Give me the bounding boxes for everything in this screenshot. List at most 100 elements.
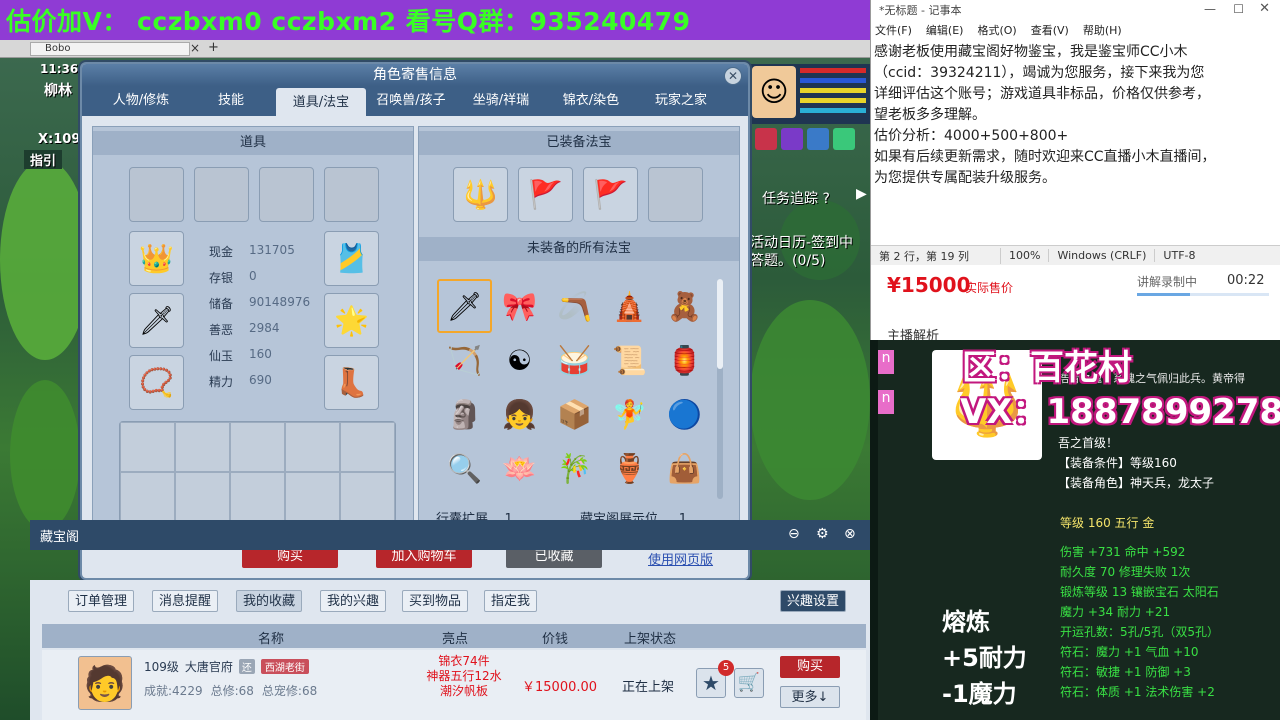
- encoding: UTF-8: [1163, 249, 1196, 262]
- item-stats: 伤害 +731 命中 +592 耐久度 70 修理失败 1次 锻炼等级 13 镶…: [1060, 545, 1219, 699]
- treasure-handmirror-icon[interactable]: 🔍: [437, 441, 492, 495]
- treasure-mirror-icon[interactable]: 🔵: [657, 387, 712, 441]
- treasure-cauldron-icon[interactable]: 🏺: [602, 441, 657, 495]
- tab-character[interactable]: 人物/修炼: [96, 86, 186, 116]
- tab-pets[interactable]: 召唤兽/孩子: [366, 86, 456, 116]
- task-track-title[interactable]: 任务追踪 ?: [762, 188, 830, 208]
- col-name: 名称: [258, 632, 285, 647]
- menu-edit[interactable]: 编辑(E): [926, 22, 964, 40]
- treasure-lotus-icon[interactable]: 🪷: [492, 441, 547, 495]
- character-avatar: 🧑: [78, 656, 132, 710]
- interest-settings-button[interactable]: 兴趣设置: [780, 590, 847, 612]
- treasure-doll-icon[interactable]: 🧸: [657, 279, 712, 333]
- banner-ad: 估价加V： cczbxm0 cczbxm2 看号Q群：935240479: [0, 0, 870, 40]
- new-tab-icon[interactable]: +: [208, 40, 219, 55]
- melt-title: 熔炼: [942, 608, 990, 636]
- helmet-icon[interactable]: 👑: [129, 231, 184, 286]
- treasure-scrollbar[interactable]: [717, 279, 723, 499]
- item-detail-card: n n 🔱 浩青之魂，系魂之气佩归此兵。黄帝得 吾之首级！ 【装备条件】等级16…: [878, 340, 1280, 720]
- recording-label: 讲解录制中: [1137, 275, 1198, 289]
- cbg-window-bar: 藏宝阁 ⊖ ⚙ ⊗: [30, 520, 870, 550]
- tab-assigned[interactable]: 指定我: [484, 590, 538, 612]
- belt-icon[interactable]: 🌟: [324, 293, 379, 348]
- minimize-icon[interactable]: ⊖: [788, 526, 800, 542]
- expand-arrow-icon[interactable]: ▶: [856, 186, 868, 206]
- minimize-icon[interactable]: —: [1204, 2, 1216, 16]
- col-status: 上架状态: [624, 632, 677, 647]
- coordinate-readout: X:109: [38, 132, 81, 147]
- treasure-figure-icon[interactable]: 🗿: [437, 387, 492, 441]
- tab-orders[interactable]: 订单管理: [68, 590, 135, 612]
- table-row[interactable]: 🧑 109级 大唐官府 还 西湖老街 成就:4229 总修:68 总宠修:68 锦衣…: [42, 650, 866, 720]
- treasure-spear-icon[interactable]: 🔱: [453, 167, 508, 222]
- empty-equip-slot[interactable]: [194, 167, 249, 222]
- menu-help[interactable]: 帮助(H): [1083, 22, 1122, 40]
- empty-equip-slot[interactable]: [129, 167, 184, 222]
- tab-purchased[interactable]: 买到物品: [402, 590, 469, 612]
- treasure-lantern-icon[interactable]: 🏮: [657, 333, 712, 387]
- weapon-icon[interactable]: 🗡: [129, 293, 184, 348]
- tab-favorites[interactable]: 我的收藏: [236, 590, 303, 612]
- player-avatar[interactable]: ☺: [752, 66, 796, 118]
- boots-icon[interactable]: 👢: [324, 355, 379, 410]
- treasure-blade-icon[interactable]: 🗡: [437, 279, 492, 333]
- stat-reserve: 储备 90148976: [209, 295, 311, 311]
- tab-items[interactable]: 道具/法宝: [276, 88, 366, 118]
- treasure-arrow-icon[interactable]: 🏹: [437, 333, 492, 387]
- text-line: 详细评估这个账号；游戏道具非标品，价格仅供参考，: [874, 86, 1210, 102]
- empty-equip-slot[interactable]: [324, 167, 379, 222]
- treasure-girl-icon[interactable]: 👧: [492, 387, 547, 441]
- close-icon[interactable]: ✕: [724, 67, 742, 85]
- menu-view[interactable]: 查看(V): [1031, 22, 1069, 40]
- treasure-pagoda-icon[interactable]: 🛕: [602, 279, 657, 333]
- treasure-scroll-icon[interactable]: 📜: [602, 333, 657, 387]
- treasure-fairy-icon[interactable]: 🧚: [602, 387, 657, 441]
- item-lore-2: 吾之首级！: [1058, 436, 1119, 450]
- recording-timer: 00:22: [1227, 273, 1265, 288]
- web-version-link[interactable]: 使用网页版: [648, 549, 713, 568]
- treasure-drum-icon[interactable]: 🥁: [547, 333, 602, 387]
- treasure-box-icon[interactable]: 📦: [547, 387, 602, 441]
- close-tab-icon[interactable]: ×: [190, 41, 200, 55]
- actual-price-label: 实际售价: [965, 281, 1014, 295]
- tab-messages[interactable]: 消息提醒: [152, 590, 219, 612]
- item-requirement-role: 【装备角色】神天兵，龙太子: [1058, 476, 1215, 490]
- cart-icon[interactable]: 🛒: [734, 668, 764, 698]
- text-line: 估价分析：4000+500+800+: [874, 128, 1069, 144]
- close-window-icon[interactable]: ⊗: [844, 526, 856, 542]
- more-button[interactable]: 更多↓: [780, 686, 840, 708]
- items-panel: 道具 👑 🗡 📿 🎽 🌟 👢 现金 131705 存银 0 储备 90148976 善…: [92, 126, 414, 534]
- treasure-bamboo-icon[interactable]: 🎋: [547, 441, 602, 495]
- settings-gear-icon[interactable]: ⚙: [816, 526, 829, 542]
- tab-interests[interactable]: 我的兴趣: [320, 590, 387, 612]
- close-icon[interactable]: ✕: [1259, 1, 1270, 16]
- tab-outfits[interactable]: 锦衣/染色: [546, 86, 636, 116]
- row-highlights: 锦衣74件 神器五行12水 潮汐帆板: [426, 654, 502, 698]
- maximize-icon[interactable]: ☐: [1233, 2, 1244, 16]
- treasure-flag-icon[interactable]: 🚩: [583, 167, 638, 222]
- empty-equip-slot[interactable]: [259, 167, 314, 222]
- notepad-text-area[interactable]: 感谢老板使用藏宝阁好物鉴宝，我是鉴宝师CC小木 （ccid：39324211），…: [871, 42, 1277, 189]
- col-highlight: 亮点: [442, 632, 469, 647]
- tab-mounts[interactable]: 坐骑/祥瑞: [456, 86, 546, 116]
- empty-treasure-slot[interactable]: [648, 167, 703, 222]
- col-price: 价钱: [542, 632, 569, 647]
- browser-tab[interactable]: Bobo: [30, 42, 190, 56]
- treasure-flag-icon[interactable]: 🚩: [518, 167, 573, 222]
- row-buy-button[interactable]: 购买: [780, 656, 840, 678]
- tab-skills[interactable]: 技能: [186, 86, 276, 116]
- necklace-icon[interactable]: 📿: [129, 355, 184, 410]
- empty-bag-grid[interactable]: [119, 421, 396, 523]
- notepad-window: *无标题 - 记事本 — ☐ ✕ 文件(F) 编辑(E) 格式(O) 查看(V)…: [870, 0, 1280, 265]
- text-line: 如果有后续更新需求，随时欢迎来CC直播小木直播间，: [874, 149, 1216, 165]
- task-activity: 活动日历-签到中: [750, 235, 854, 251]
- treasure-ribbon-icon[interactable]: 🎀: [492, 279, 547, 333]
- menu-file[interactable]: 文件(F): [875, 22, 912, 40]
- treasure-bracer-icon[interactable]: 🪃: [547, 279, 602, 333]
- guide-button[interactable]: 指引: [24, 150, 63, 169]
- tab-home[interactable]: 玩家之家: [636, 86, 726, 116]
- treasure-bag-icon[interactable]: 👜: [657, 441, 712, 495]
- armor-icon[interactable]: 🎽: [324, 231, 379, 286]
- treasure-yinyang-icon[interactable]: ☯: [492, 333, 547, 387]
- menu-format[interactable]: 格式(O): [977, 22, 1016, 40]
